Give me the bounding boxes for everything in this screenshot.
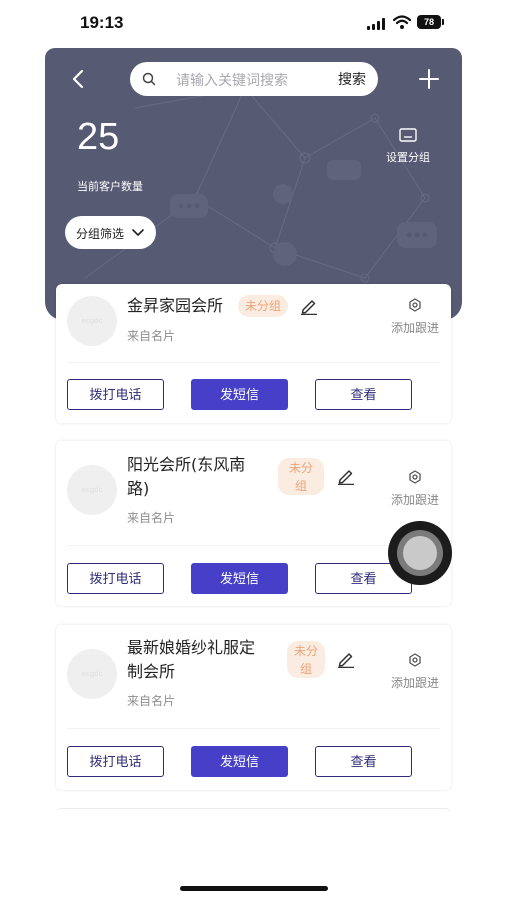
gear-icon [409, 298, 421, 312]
wifi-icon [393, 15, 411, 29]
search-button[interactable]: 搜索 [338, 69, 366, 89]
add-follow-up-button[interactable]: 添加跟进 [386, 653, 444, 691]
send-sms-button[interactable]: 发短信 [191, 379, 288, 410]
customer-card: ecgdc 最新娘婚纱礼服定 制会所 未分 组 添加跟进 来自名片 拨打电话 发… [56, 625, 451, 790]
set-group-button[interactable]: 设置分组 [383, 128, 433, 165]
view-button[interactable]: 查看 [315, 379, 412, 410]
customer-card: ecgdc 金昇家园会所 未分组 添加跟进 来自名片 拨打电话 发短信 查看 [56, 284, 451, 423]
add-follow-up-button[interactable]: 添加跟进 [386, 470, 444, 508]
customer-count-label: 当前客户数量 [77, 180, 143, 193]
cellular-signal-icon [367, 18, 387, 30]
battery-indicator: 78 [417, 15, 444, 29]
customer-name-line: 金昇家园会所 [127, 296, 224, 315]
add-follow-up-button[interactable]: 添加跟进 [386, 298, 444, 336]
divider [67, 728, 440, 729]
home-indicator[interactable] [180, 886, 328, 891]
call-button[interactable]: 拨打电话 [67, 563, 164, 594]
status-bar: 19:13 78 [0, 0, 507, 46]
status-time: 19:13 [80, 13, 124, 32]
customer-count: 25 [77, 116, 120, 158]
group-filter-label: 分组筛选 [76, 227, 125, 241]
customer-name-line: 最新娘婚纱礼服定 [127, 638, 256, 657]
gear-icon [409, 653, 421, 667]
avatar: ecgdc [67, 296, 117, 346]
customer-card-partial [56, 808, 451, 849]
search-bar[interactable]: 请输入关键词搜索 搜索 [130, 62, 378, 96]
assistive-touch-center [403, 536, 437, 570]
status-badge: 未分 组 [287, 641, 325, 678]
customer-name-line: 阳光会所(东风南 [127, 455, 246, 474]
status-badge-label: 未分组 [244, 299, 281, 313]
send-sms-button[interactable]: 发短信 [191, 746, 288, 777]
add-follow-up-label: 添加跟进 [390, 676, 439, 690]
view-button[interactable]: 查看 [315, 746, 412, 777]
plus-icon[interactable] [419, 69, 439, 89]
status-badge-label: 未分 [288, 461, 313, 475]
customer-source: 来自名片 [127, 329, 176, 343]
search-input[interactable]: 请输入关键词搜索 [176, 70, 288, 90]
customer-name[interactable]: 金昇家园会所 [127, 294, 223, 318]
avatar: ecgdc [67, 649, 117, 699]
back-arrow-icon[interactable] [69, 68, 89, 90]
avatar: ecgdc [67, 465, 117, 515]
divider [67, 362, 440, 363]
group-settings-icon [399, 128, 417, 142]
customer-name-line: 制会所 [127, 662, 176, 681]
edit-pencil-icon[interactable] [300, 297, 318, 315]
customer-card: ecgdc 阳光会所(东风南 路) 未分 组 添加跟进 来自名片 拨打电话 发短… [56, 441, 451, 606]
customer-name-line: 路) [127, 479, 150, 498]
add-follow-up-label: 添加跟进 [390, 321, 439, 335]
search-icon [142, 72, 156, 86]
header-panel: 请输入关键词搜索 搜索 25 当前客户数量 设置分组 分组筛选 [45, 48, 462, 320]
status-badge-label: 未分 [293, 644, 318, 658]
send-sms-button[interactable]: 发短信 [191, 563, 288, 594]
call-button[interactable]: 拨打电话 [67, 379, 164, 410]
status-badge: 未分组 [238, 295, 288, 317]
divider [67, 545, 440, 546]
customer-name[interactable]: 最新娘婚纱礼服定 制会所 [127, 636, 255, 684]
assistive-touch-button[interactable] [388, 521, 452, 585]
status-badge-label: 组 [299, 662, 312, 676]
status-badge-label: 组 [294, 479, 307, 493]
status-badge: 未分 组 [278, 458, 324, 495]
call-button[interactable]: 拨打电话 [67, 746, 164, 777]
customer-name[interactable]: 阳光会所(东风南 路) [127, 453, 245, 501]
add-follow-up-label: 添加跟进 [390, 493, 439, 507]
edit-pencil-icon[interactable] [337, 467, 355, 485]
chevron-down-icon [132, 229, 144, 236]
gear-icon [409, 470, 421, 484]
set-group-label: 设置分组 [386, 151, 430, 164]
customer-source: 来自名片 [127, 511, 176, 525]
edit-pencil-icon[interactable] [337, 650, 355, 668]
customer-source: 来自名片 [127, 694, 176, 708]
group-filter-dropdown[interactable]: 分组筛选 [65, 216, 156, 249]
